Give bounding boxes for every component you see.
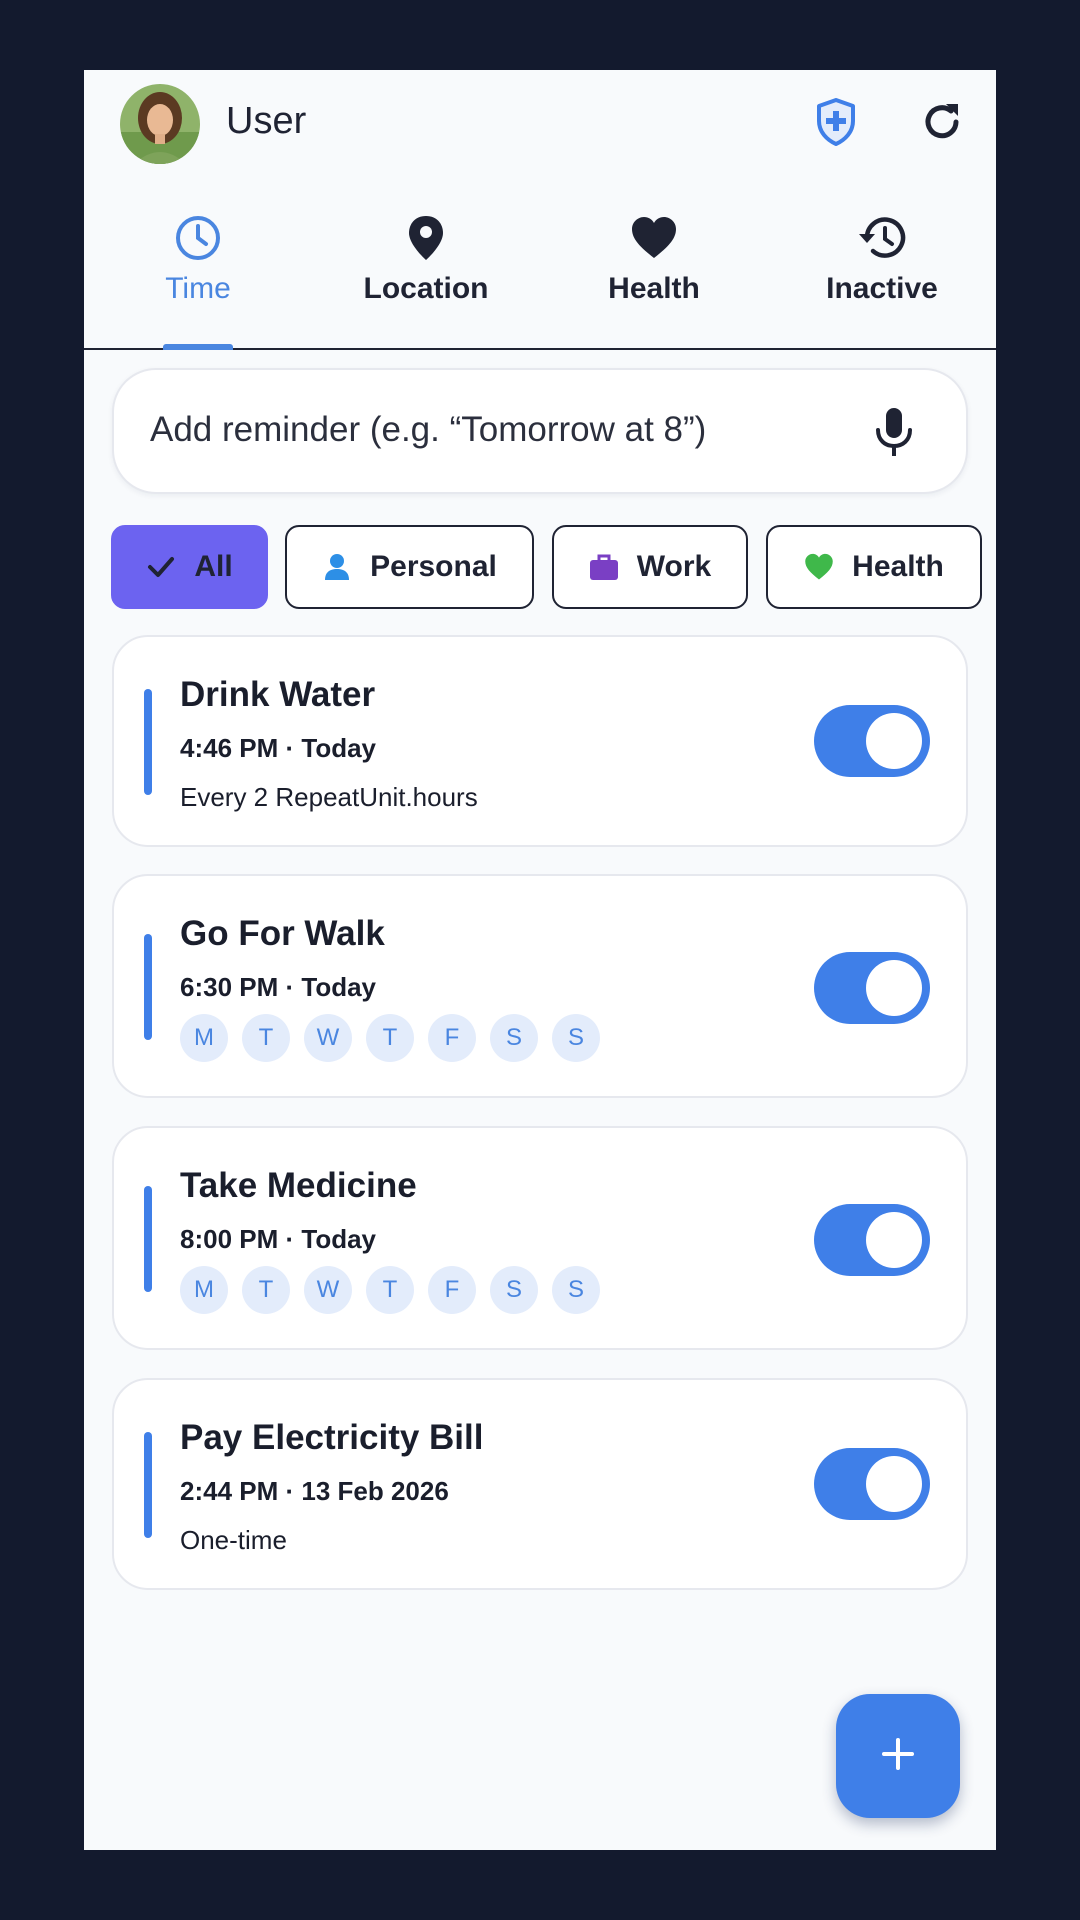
- tab-label: Location: [363, 272, 489, 305]
- reminder-toggle[interactable]: [814, 705, 930, 777]
- filter-chip-all[interactable]: All: [111, 525, 268, 609]
- reminder-title: Drink Water: [180, 675, 376, 714]
- briefcase-icon: [589, 552, 619, 582]
- clock-icon: [172, 212, 224, 264]
- weekday-chip: S: [490, 1266, 538, 1314]
- avatar[interactable]: [120, 84, 200, 164]
- tab-location[interactable]: Location: [312, 200, 540, 348]
- toggle-knob: [866, 1212, 922, 1268]
- card-accent-bar: [144, 934, 152, 1040]
- check-icon: [146, 552, 176, 582]
- weekday-chip: S: [552, 1266, 600, 1314]
- weekday-chip: F: [428, 1266, 476, 1314]
- weekday-chip: M: [180, 1014, 228, 1062]
- chip-label: Health: [852, 550, 944, 583]
- weekday-chip: F: [428, 1014, 476, 1062]
- toggle-knob: [866, 1456, 922, 1512]
- heart-icon: [804, 552, 834, 582]
- weekday-chip: T: [366, 1266, 414, 1314]
- location-pin-icon: [400, 212, 452, 264]
- microphone-icon[interactable]: [872, 406, 916, 460]
- chip-label: Personal: [370, 550, 497, 583]
- chip-label: All: [194, 550, 233, 583]
- tab-label: Inactive: [826, 272, 938, 305]
- weekday-list: M T W T F S S: [180, 1014, 600, 1062]
- reminder-card-pay-electricity-bill[interactable]: Pay Electricity Bill 2:44 PM · 13 Feb 20…: [112, 1378, 968, 1590]
- history-icon: [856, 212, 908, 264]
- shield-plus-icon[interactable]: [806, 92, 866, 152]
- reminder-time: 6:30 PM · Today: [180, 972, 377, 1002]
- reminder-repeat: One-time: [180, 1525, 287, 1555]
- card-accent-bar: [144, 1432, 152, 1538]
- weekday-chip: T: [242, 1014, 290, 1062]
- refresh-icon[interactable]: [912, 92, 972, 152]
- reminder-title: Pay Electricity Bill: [180, 1418, 484, 1457]
- reminder-time: 2:44 PM · 13 Feb 2026: [180, 1476, 449, 1506]
- app-header: User: [84, 70, 996, 180]
- weekday-chip: S: [490, 1014, 538, 1062]
- tab-label: Time: [165, 272, 231, 305]
- heart-icon: [628, 212, 680, 264]
- tab-label: Health: [608, 272, 700, 305]
- tab-health[interactable]: Health: [540, 200, 768, 348]
- weekday-chip: T: [366, 1014, 414, 1062]
- reminder-card-go-for-walk[interactable]: Go For Walk 6:30 PM · Today M T W T F S …: [112, 874, 968, 1098]
- weekday-chip: S: [552, 1014, 600, 1062]
- reminder-repeat: Every 2 RepeatUnit.hours: [180, 782, 478, 812]
- user-name: User: [226, 100, 307, 142]
- reminder-time: 8:00 PM · Today: [180, 1224, 377, 1254]
- chip-label: Work: [636, 550, 712, 583]
- toggle-knob: [866, 713, 922, 769]
- app-screen: User Time Location Health Inactive Add r…: [84, 70, 996, 1850]
- weekday-chip: W: [304, 1266, 352, 1314]
- active-tab-indicator: [163, 344, 233, 350]
- tab-time[interactable]: Time: [84, 200, 312, 350]
- person-icon: [322, 552, 352, 582]
- reminder-card-take-medicine[interactable]: Take Medicine 8:00 PM · Today M T W T F …: [112, 1126, 968, 1350]
- reminder-title: Go For Walk: [180, 914, 385, 953]
- toggle-knob: [866, 960, 922, 1016]
- reminder-toggle[interactable]: [814, 1204, 930, 1276]
- add-reminder-input[interactable]: Add reminder (e.g. “Tomorrow at 8”): [112, 368, 968, 494]
- weekday-chip: M: [180, 1266, 228, 1314]
- reminder-toggle[interactable]: [814, 1448, 930, 1520]
- reminder-time: 4:46 PM · Today: [180, 733, 377, 763]
- weekday-list: M T W T F S S: [180, 1266, 600, 1314]
- weekday-chip: W: [304, 1014, 352, 1062]
- filter-chip-work[interactable]: Work: [552, 525, 748, 609]
- plus-icon: [880, 1736, 916, 1777]
- card-accent-bar: [144, 689, 152, 795]
- filter-chip-health[interactable]: Health: [766, 525, 982, 609]
- reminder-title: Take Medicine: [180, 1166, 417, 1205]
- tab-inactive[interactable]: Inactive: [768, 200, 996, 348]
- category-tabs: Time Location Health Inactive: [84, 200, 996, 350]
- reminder-toggle[interactable]: [814, 952, 930, 1024]
- card-accent-bar: [144, 1186, 152, 1292]
- filter-chip-personal[interactable]: Personal: [285, 525, 534, 609]
- reminder-card-drink-water[interactable]: Drink Water 4:46 PM · Today Every 2 Repe…: [112, 635, 968, 847]
- add-reminder-placeholder: Add reminder (e.g. “Tomorrow at 8”): [150, 410, 707, 449]
- add-reminder-button[interactable]: [836, 1694, 960, 1818]
- weekday-chip: T: [242, 1266, 290, 1314]
